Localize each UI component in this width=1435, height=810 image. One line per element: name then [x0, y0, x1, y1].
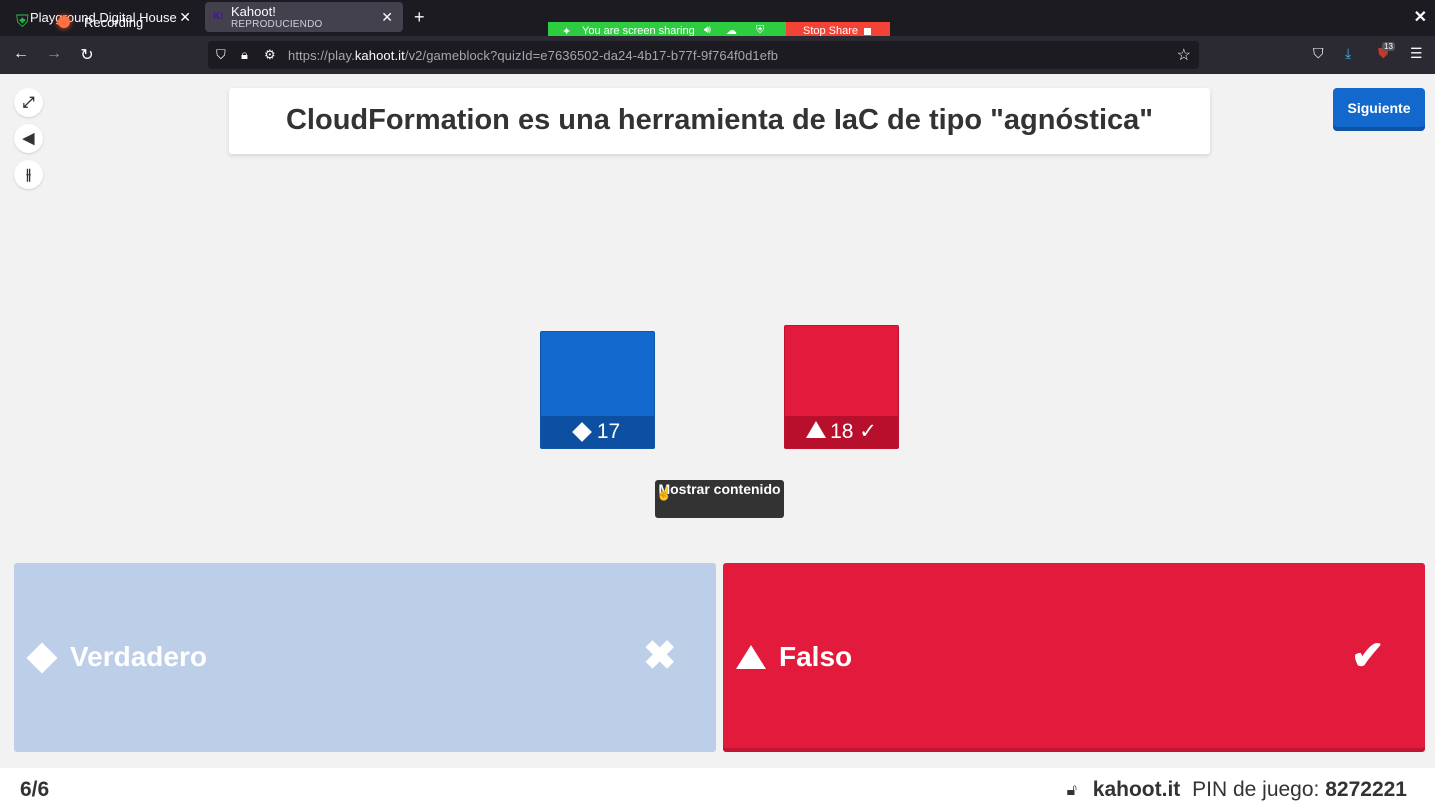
- next-button[interactable]: Siguiente: [1333, 88, 1425, 131]
- back-arrow-icon[interactable]: ←: [11, 45, 31, 63]
- lock-icon[interactable]: 🔓︎: [1067, 782, 1077, 800]
- url-bar[interactable]: ⛉ 🔒︎ ⚙ https://play.kahoot.it/v2/gameblo…: [208, 41, 1199, 69]
- new-tab-plus-icon[interactable]: +: [414, 7, 425, 28]
- url-prefix: https://play.: [288, 48, 355, 63]
- tab-close-icon[interactable]: ✕: [381, 9, 393, 26]
- url-host: kahoot.it: [354, 48, 405, 63]
- result-count: 18: [830, 420, 854, 443]
- pin-label: PIN de juego:: [1192, 778, 1320, 801]
- answer-falso[interactable]: Falso ✔: [723, 563, 1425, 752]
- answer-label: Falso: [779, 641, 853, 672]
- result-bar-triangle: 18 ✓: [784, 325, 899, 449]
- stop-square-icon: [864, 28, 871, 35]
- browser-tabbar: Playground Digital House ✕ K! Kahoot! RE…: [0, 0, 1435, 41]
- tab-close-icon[interactable]: ✕: [179, 9, 191, 26]
- tracking-shield-icon[interactable]: ⛉: [216, 47, 226, 63]
- download-icon[interactable]: ⤓: [1345, 45, 1351, 62]
- recording-dot-icon: [58, 16, 70, 28]
- reload-icon[interactable]: ↻: [77, 45, 97, 65]
- question-title: CloudFormation es una herramienta de IaC…: [285, 104, 1154, 136]
- tab-subtitle: REPRODUCIENDO: [231, 19, 323, 30]
- bookmark-star-icon[interactable]: ☆: [1177, 45, 1191, 65]
- answer-verdadero[interactable]: Verdadero ✖: [14, 563, 716, 752]
- footer-bar: 6/6 🔓︎ kahoot.it PIN de juego: 8272221: [0, 768, 1435, 810]
- extension-badge: 13: [1382, 42, 1395, 51]
- url-text[interactable]: https://play.kahoot.it/v2/gameblock?quiz…: [288, 48, 778, 63]
- permissions-icon[interactable]: ⚙: [264, 47, 276, 63]
- hand-cursor-icon: ☝: [656, 486, 673, 501]
- forward-arrow-icon[interactable]: →: [44, 45, 64, 63]
- result-bar-footer: 17: [541, 416, 654, 448]
- sliders-icon[interactable]: ⫲: [14, 160, 43, 189]
- result-bar-diamond: 17: [540, 331, 655, 449]
- pin-value: 8272221: [1325, 778, 1407, 801]
- pocket-icon[interactable]: ⛉: [1313, 45, 1324, 62]
- show-content-button[interactable]: Mostrar contenido: [655, 480, 784, 518]
- recording-label: Recording: [84, 15, 144, 30]
- kahoot-brand: kahoot.it: [1092, 778, 1181, 801]
- result-bar-footer: 18 ✓: [785, 416, 898, 448]
- diamond-icon: [26, 642, 58, 674]
- tab-kahoot[interactable]: K! Kahoot! REPRODUCIENDO ✕: [205, 2, 403, 32]
- menu-icon[interactable]: ☰: [1410, 45, 1423, 62]
- kahoot-favicon-icon: K!: [213, 11, 224, 22]
- volume-icon[interactable]: ◀: [14, 124, 43, 153]
- cross-icon: ✖: [643, 634, 677, 678]
- question-title-card: CloudFormation es una herramienta de IaC…: [229, 88, 1210, 154]
- shield-check-icon: ⛨: [16, 12, 29, 31]
- triangle-icon: [736, 645, 766, 669]
- checkmark-icon: ✔: [1351, 634, 1385, 678]
- url-path: /v2/gameblock?quizId=e7636502-da24-4b17-…: [404, 48, 779, 63]
- fullscreen-icon[interactable]: ⤢: [14, 88, 43, 117]
- lock-icon[interactable]: 🔒︎: [241, 47, 248, 63]
- check-icon: ✓: [859, 420, 877, 443]
- window-close-icon[interactable]: ✕: [1414, 7, 1427, 27]
- tab-title: Kahoot!: [231, 4, 276, 19]
- answer-label: Verdadero: [70, 641, 207, 672]
- triangle-icon: [806, 421, 827, 438]
- game-pin-info: 🔓︎ kahoot.it PIN de juego: 8272221: [1067, 778, 1407, 802]
- question-progress: 6/6: [20, 778, 50, 801]
- result-count: 17: [596, 420, 621, 443]
- browser-navbar: ← → ↻ ⛉ 🔒︎ ⚙ https://play.kahoot.it/v2/g…: [0, 36, 1435, 74]
- diamond-icon: [571, 422, 592, 442]
